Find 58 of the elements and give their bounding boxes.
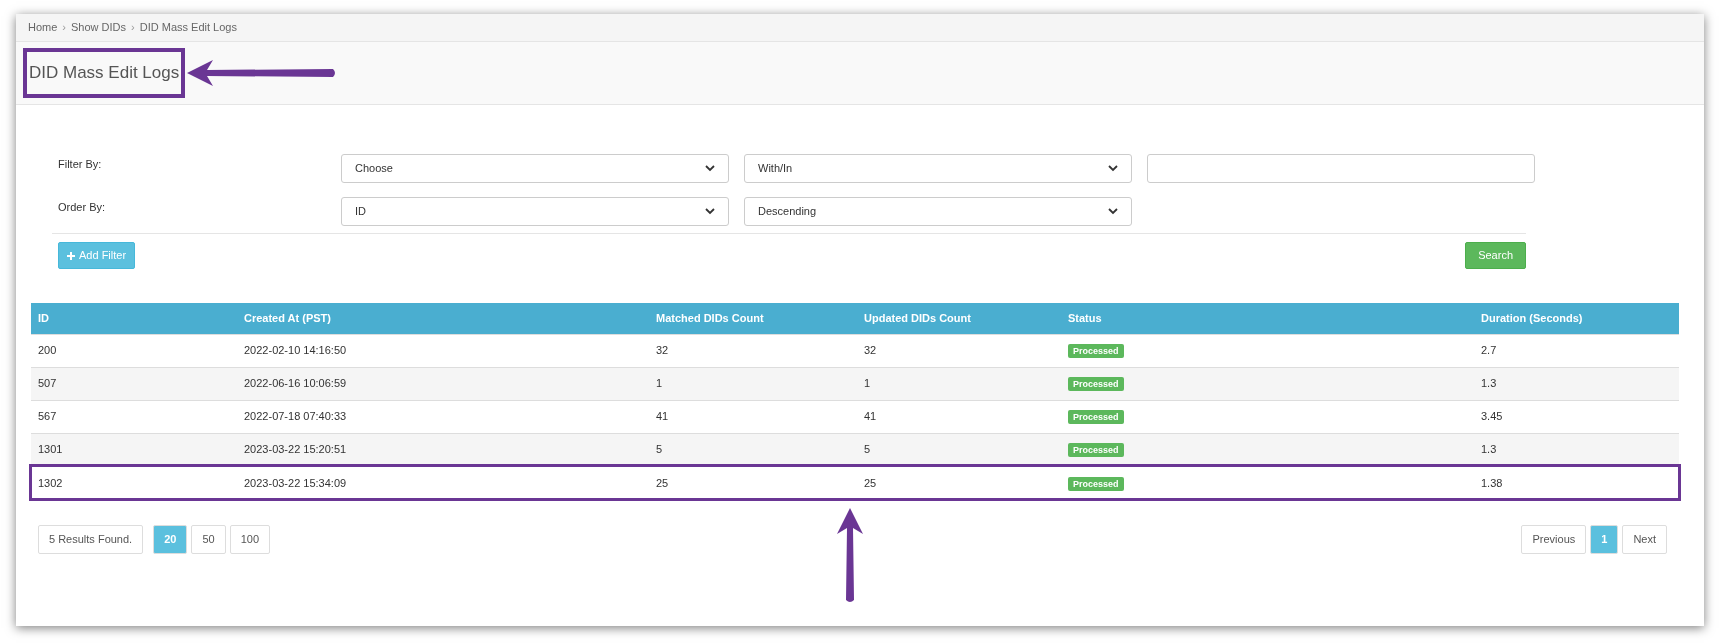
table-cell: 1.3 bbox=[1481, 443, 1497, 456]
previous-button[interactable]: Previous bbox=[1521, 525, 1587, 554]
chevron-down-icon bbox=[1108, 208, 1118, 215]
filter-field-select[interactable]: Choose bbox=[341, 154, 729, 183]
table-cell: 5 bbox=[656, 443, 663, 456]
status-badge: Processed bbox=[1068, 410, 1124, 425]
column-header: Duration (Seconds) bbox=[1474, 303, 1679, 334]
table-cell: 5 bbox=[864, 443, 871, 456]
column-header: Matched DIDs Count bbox=[649, 303, 857, 334]
table-cell: 2023-03-22 15:34:09 bbox=[244, 476, 347, 489]
breadcrumb-link[interactable]: Home bbox=[28, 19, 58, 36]
breadcrumb-separator: › bbox=[131, 20, 135, 36]
breadcrumb-link[interactable]: Show DIDs bbox=[71, 19, 127, 36]
order-label: Order By: bbox=[58, 200, 107, 215]
table-cell: 567 bbox=[38, 410, 57, 423]
table-cell: 2022-02-10 14:16:50 bbox=[244, 344, 347, 357]
order-direction-select[interactable]: Descending bbox=[744, 197, 1132, 226]
table-cell: 1 bbox=[656, 377, 663, 390]
table-cell: 25 bbox=[864, 476, 877, 489]
column-header: Created At (PST) bbox=[237, 303, 649, 334]
table-cell: 1 bbox=[864, 377, 871, 390]
table-cell: 1302 bbox=[38, 476, 63, 489]
table-cell: 2022-07-18 07:40:33 bbox=[244, 410, 347, 423]
column-header: ID bbox=[31, 303, 237, 334]
table-cell: 2023-03-22 15:20:51 bbox=[244, 443, 347, 456]
column-header: Updated DIDs Count bbox=[857, 303, 1061, 334]
status-badge: Processed bbox=[1068, 443, 1124, 458]
table-cell: 1.38 bbox=[1481, 476, 1503, 489]
table-cell: 41 bbox=[656, 410, 669, 423]
breadcrumb-separator: › bbox=[62, 20, 66, 36]
table-cell: 25 bbox=[656, 476, 669, 489]
page-size-button[interactable]: 100 bbox=[229, 525, 270, 554]
filter-value-input[interactable] bbox=[1147, 154, 1535, 183]
page-size-button[interactable]: 50 bbox=[191, 525, 226, 554]
next-button[interactable]: Next bbox=[1622, 525, 1667, 554]
table-cell: 507 bbox=[38, 377, 57, 390]
chevron-down-icon bbox=[1108, 165, 1118, 172]
table-cell: 1.3 bbox=[1481, 377, 1497, 390]
filter-label: Filter By: bbox=[58, 157, 103, 172]
chevron-down-icon bbox=[705, 208, 715, 215]
status-badge: Processed bbox=[1068, 377, 1124, 392]
filter-operator-select[interactable]: With/In bbox=[744, 154, 1132, 183]
table-cell: 200 bbox=[38, 344, 57, 357]
plus-icon bbox=[67, 251, 75, 260]
status-badge: Processed bbox=[1068, 476, 1124, 491]
chevron-down-icon bbox=[705, 165, 715, 172]
table-cell: 3.45 bbox=[1481, 410, 1503, 423]
table-cell: 2022-06-16 10:06:59 bbox=[244, 377, 347, 390]
table-cell: 41 bbox=[864, 410, 877, 423]
table-cell: 32 bbox=[864, 344, 877, 357]
results-count: 5 Results Found. bbox=[38, 525, 144, 554]
table-cell: 32 bbox=[656, 344, 669, 357]
column-header: Status bbox=[1061, 303, 1474, 334]
table-cell: 2.7 bbox=[1481, 344, 1497, 357]
page-title: DID Mass Edit Logs bbox=[29, 63, 180, 83]
table-cell: 1301 bbox=[38, 443, 63, 456]
status-badge: Processed bbox=[1068, 344, 1124, 359]
order-field-select[interactable]: ID bbox=[341, 197, 729, 226]
